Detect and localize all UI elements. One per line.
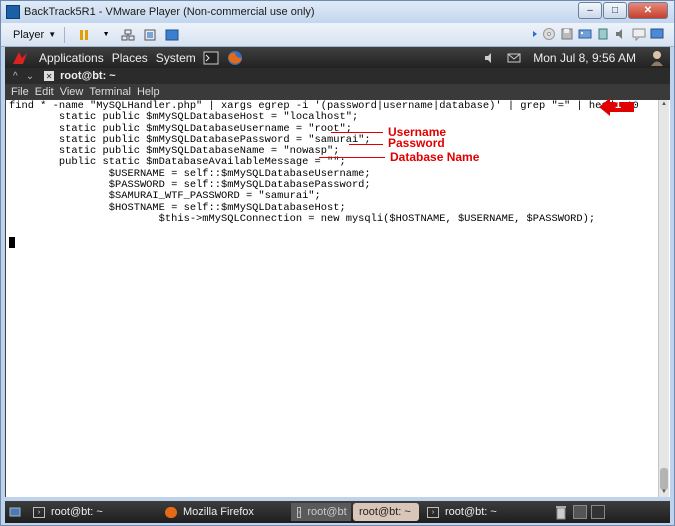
menu-help[interactable]: Help bbox=[137, 86, 160, 98]
terminal-icon: › bbox=[33, 506, 45, 518]
vmware-title-bar: BackTrack5R1 - VMware Player (Non-commer… bbox=[1, 1, 674, 23]
workspace-switcher[interactable] bbox=[573, 505, 587, 519]
step-number-label: 1 bbox=[615, 99, 622, 111]
places-menu[interactable]: Places bbox=[112, 51, 148, 65]
vmware-window: BackTrack5R1 - VMware Player (Non-commer… bbox=[0, 0, 675, 526]
window-controls: – □ ✕ bbox=[577, 2, 668, 19]
trash-icon[interactable] bbox=[553, 504, 569, 520]
chevron-down-icon: ▼ bbox=[48, 30, 57, 39]
scroll-up-icon[interactable]: ▲ bbox=[660, 101, 668, 108]
gnome-bottom-panel: › root@bt: ~ Mozilla Firefox › root@bt r… bbox=[5, 501, 670, 523]
panel-clock[interactable]: Mon Jul 8, 9:56 AM bbox=[533, 51, 636, 65]
mail-icon[interactable] bbox=[505, 50, 523, 66]
firefox-launcher-icon[interactable] bbox=[226, 50, 244, 66]
pause-icon[interactable] bbox=[77, 28, 91, 42]
database-callout-line bbox=[319, 157, 385, 158]
terminal-line: $SAMURAI_WTF_PASSWORD = "samurai"; bbox=[9, 190, 321, 203]
floppy-icon[interactable] bbox=[560, 27, 574, 41]
menu-terminal[interactable]: Terminal bbox=[89, 86, 131, 98]
terminal-chevron-down-icon[interactable]: ⌄ bbox=[26, 71, 34, 82]
applications-menu[interactable]: Applications bbox=[39, 51, 104, 65]
gnome-top-panel: Applications Places System Mon Jul 8, 9:… bbox=[5, 47, 670, 68]
terminal-line: static public $mMySQLDatabaseHost = "loc… bbox=[9, 111, 359, 124]
system-menu[interactable]: System bbox=[156, 51, 196, 65]
close-button[interactable]: ✕ bbox=[628, 2, 668, 19]
scroll-down-icon[interactable]: ▼ bbox=[660, 489, 668, 496]
sound-icon[interactable] bbox=[614, 27, 628, 41]
terminal-icon: › bbox=[297, 506, 302, 518]
backtrack-logo-icon bbox=[9, 49, 31, 67]
volume-icon[interactable] bbox=[481, 50, 499, 66]
terminal-line: $this->mMySQLConnection = new mysqli($HO… bbox=[9, 212, 596, 225]
vmware-window-title: BackTrack5R1 - VMware Player (Non-commer… bbox=[24, 6, 315, 18]
taskbar-item-terminal-active[interactable]: root@bt: ~ bbox=[353, 503, 419, 521]
terminal-scrollbar[interactable]: ▲ ▼ bbox=[658, 100, 669, 497]
minimize-button[interactable]: – bbox=[578, 2, 602, 19]
toolbar-divider bbox=[64, 26, 66, 43]
password-annotation: Password bbox=[388, 136, 445, 150]
menu-view[interactable]: View bbox=[60, 86, 84, 98]
message-icon[interactable] bbox=[632, 27, 646, 41]
panel-status-area: Mon Jul 8, 9:56 AM bbox=[475, 47, 666, 68]
terminal-icon: › bbox=[427, 506, 439, 518]
vm-display-icon[interactable] bbox=[650, 27, 664, 41]
password-callout-line bbox=[349, 144, 383, 145]
menu-file[interactable]: File bbox=[11, 86, 29, 98]
terminal-cursor bbox=[9, 237, 15, 248]
scrollbar-thumb[interactable] bbox=[660, 468, 668, 490]
taskbar-item-label: root@bt: ~ bbox=[51, 506, 103, 518]
fullscreen-icon[interactable] bbox=[143, 28, 157, 42]
taskbar-item-firefox[interactable]: Mozilla Firefox bbox=[159, 503, 289, 521]
usb-device-icon[interactable] bbox=[596, 27, 610, 41]
player-menu-button[interactable]: Player ▼ bbox=[13, 29, 56, 41]
unity-icon[interactable] bbox=[165, 28, 179, 42]
network-adapter-icon[interactable] bbox=[578, 27, 592, 41]
terminal-title-bar: ^ ⌄ ✕ root@bt: ~ bbox=[5, 68, 670, 84]
show-desktop-button[interactable] bbox=[5, 503, 25, 521]
terminal-menubar: File Edit View Terminal Help bbox=[5, 84, 670, 100]
terminal-window-title: root@bt: ~ bbox=[60, 70, 116, 82]
terminal-close-icon[interactable]: ✕ bbox=[44, 71, 55, 81]
database-name-annotation: Database Name bbox=[390, 150, 480, 164]
taskbar-item-label: root@bt: ~ bbox=[445, 506, 497, 518]
vmware-toolbar: Player ▼ ▼ bbox=[1, 23, 674, 47]
terminal-text: find * -name "MySQLHandler.php" | xargs … bbox=[9, 100, 639, 225]
taskbar-item-terminal-2[interactable]: › root@bt bbox=[291, 503, 351, 521]
device-icons bbox=[522, 27, 666, 41]
usb-arrow-icon[interactable] bbox=[524, 27, 538, 41]
network-icon[interactable] bbox=[121, 28, 135, 42]
menu-edit[interactable]: Edit bbox=[35, 86, 54, 98]
taskbar-item-terminal[interactable]: › root@bt: ~ bbox=[27, 503, 147, 521]
user-icon[interactable] bbox=[648, 50, 666, 66]
cd-icon[interactable] bbox=[542, 27, 556, 41]
taskbar-item-label: Mozilla Firefox bbox=[183, 506, 254, 518]
terminal-chevron-up-icon[interactable]: ^ bbox=[13, 71, 18, 82]
workspace-switcher-2[interactable] bbox=[591, 505, 605, 519]
terminal-launcher-icon[interactable] bbox=[202, 50, 220, 66]
pause-dropdown-icon[interactable]: ▼ bbox=[99, 28, 113, 42]
taskbar-item-label: root@bt bbox=[307, 506, 347, 518]
player-menu-label: Player bbox=[13, 28, 45, 41]
username-callout-line bbox=[331, 132, 383, 133]
vmware-app-icon bbox=[6, 5, 20, 19]
taskbar-item-label: root@bt: ~ bbox=[359, 506, 411, 518]
taskbar-item-terminal-3[interactable]: › root@bt: ~ bbox=[421, 503, 541, 521]
terminal-output[interactable]: find * -name "MySQLHandler.php" | xargs … bbox=[5, 100, 670, 497]
maximize-button[interactable]: □ bbox=[603, 2, 627, 19]
firefox-icon bbox=[165, 506, 177, 518]
